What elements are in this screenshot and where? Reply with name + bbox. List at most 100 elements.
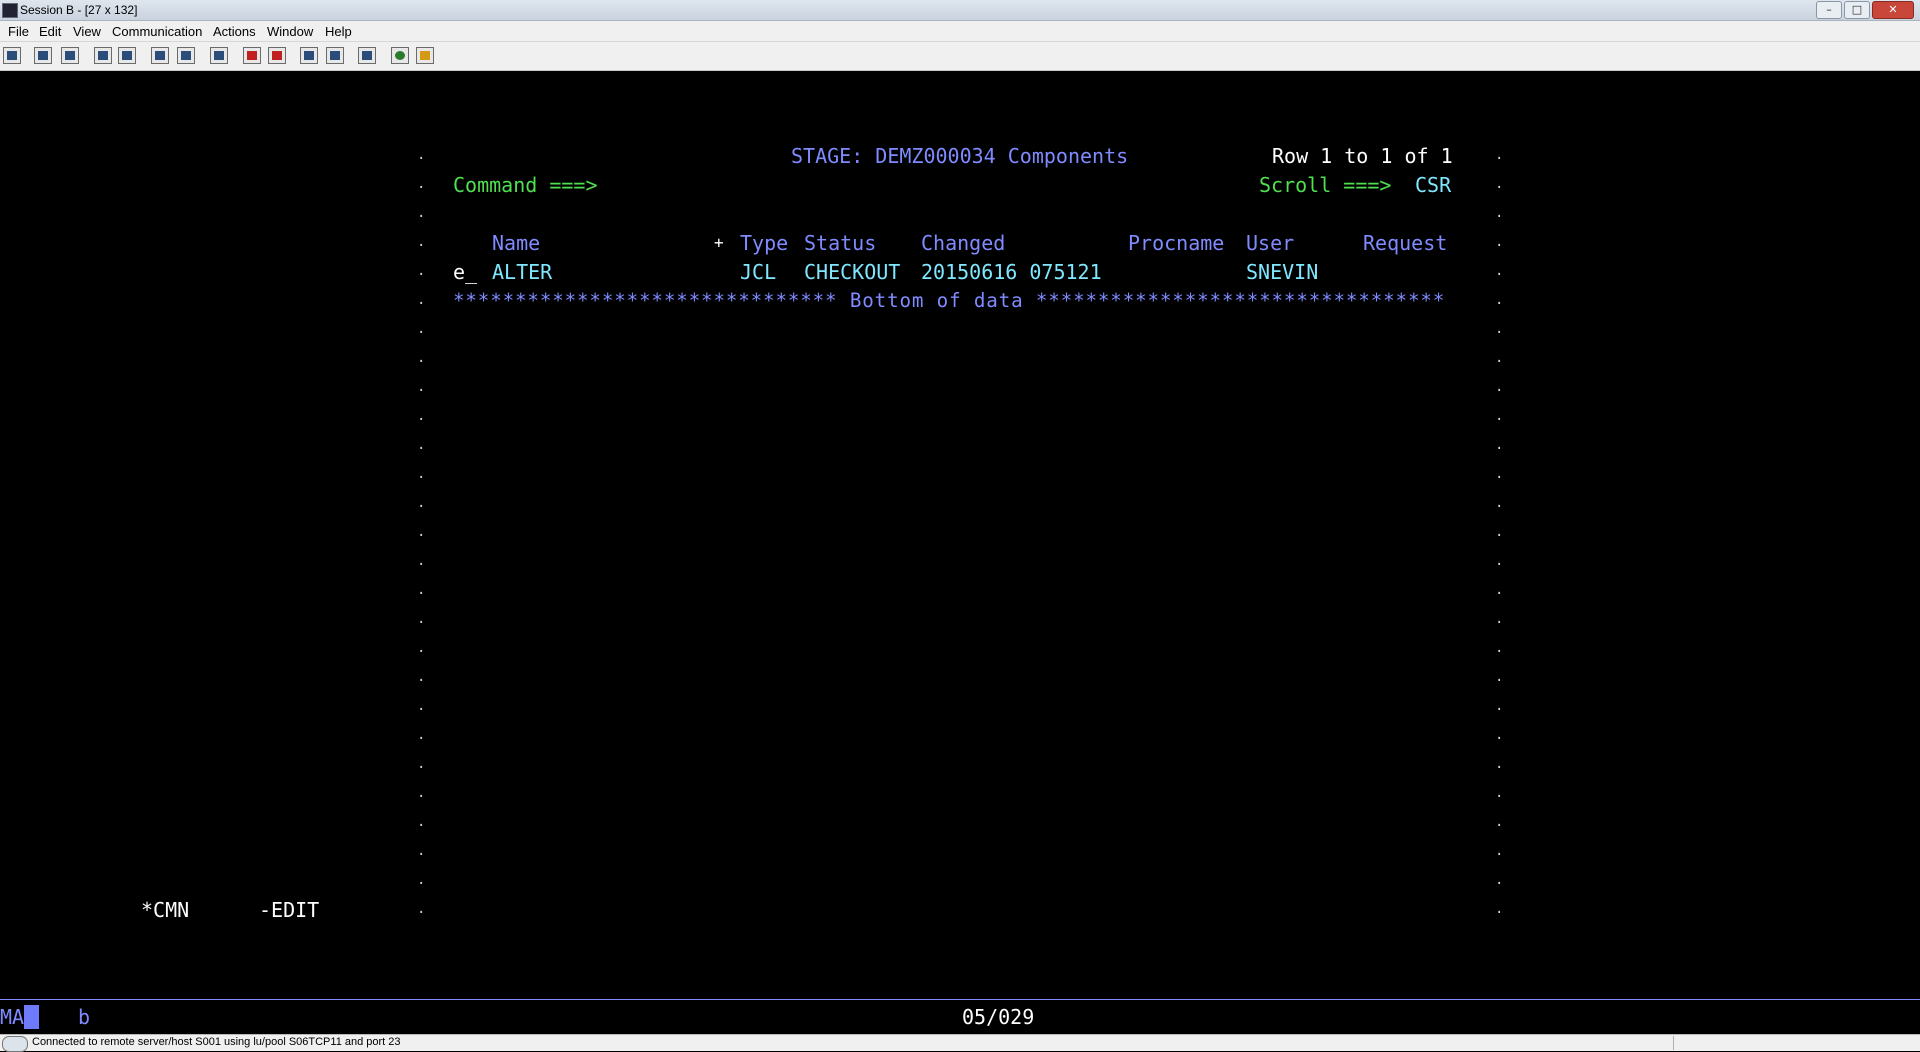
border-dot: . xyxy=(417,437,426,453)
record-macro-icon[interactable] xyxy=(243,47,261,64)
border-dot: . xyxy=(417,582,426,598)
border-dot: . xyxy=(417,756,426,772)
border-dot: . xyxy=(417,814,426,830)
border-dot: . xyxy=(417,611,426,627)
border-dot: . xyxy=(417,205,426,221)
border-dot: . xyxy=(417,669,426,685)
app-icon[interactable] xyxy=(2,3,18,18)
header-name: Name xyxy=(492,231,541,255)
border-dot: . xyxy=(417,524,426,540)
play-macro-icon[interactable] xyxy=(300,47,318,64)
border-dot: . xyxy=(1495,843,1504,859)
row-status: CHECKOUT xyxy=(804,260,901,284)
border-dot: . xyxy=(417,292,426,308)
border-dot: . xyxy=(417,640,426,656)
panel-title: STAGE: DEMZ000034 Components xyxy=(791,144,1129,168)
bottom-of-data: ******************************* Bottom o… xyxy=(453,289,1446,312)
border-dot: . xyxy=(417,176,426,192)
border-dot: . xyxy=(417,495,426,511)
command-input[interactable] xyxy=(620,173,1220,197)
receive-file-icon[interactable] xyxy=(118,47,136,64)
border-dot: . xyxy=(417,901,426,917)
border-dot: . xyxy=(1495,814,1504,830)
border-dot: . xyxy=(1495,727,1504,743)
internet-icon[interactable] xyxy=(391,47,409,64)
menu-actions[interactable]: Actions xyxy=(213,24,256,39)
menu-bar: File Edit View Communication Actions Win… xyxy=(0,21,1920,42)
footer-edit: -EDIT xyxy=(259,898,320,922)
border-dot: . xyxy=(1495,524,1504,540)
border-dot: . xyxy=(1495,582,1504,598)
border-dot: . xyxy=(1495,379,1504,395)
toolbar xyxy=(0,42,1920,71)
window-title: Session B - [27 x 132] xyxy=(20,3,138,17)
header-user: User xyxy=(1246,231,1295,255)
border-dot: . xyxy=(1495,466,1504,482)
header-procname: Procname xyxy=(1128,231,1225,255)
menu-communication[interactable]: Communication xyxy=(112,24,202,39)
operator-info-area: MA b 05/029 xyxy=(0,1000,1920,1034)
row-type: JCL xyxy=(740,260,777,284)
border-dot: . xyxy=(417,147,426,163)
menu-edit[interactable]: Edit xyxy=(39,24,61,39)
border-dot: . xyxy=(1495,176,1504,192)
display-icon[interactable] xyxy=(151,47,169,64)
menu-view[interactable]: View xyxy=(73,24,101,39)
status-divider xyxy=(1673,1036,1674,1050)
minimize-button[interactable]: – xyxy=(1816,1,1842,19)
border-dot: . xyxy=(417,350,426,366)
border-dot: . xyxy=(1495,785,1504,801)
border-dot: . xyxy=(417,408,426,424)
row-changed: 20150616 075121 xyxy=(921,260,1102,284)
border-dot: . xyxy=(1495,437,1504,453)
scroll-label: Scroll ===> xyxy=(1259,173,1392,197)
border-dot: . xyxy=(1495,234,1504,250)
terminal-screen[interactable]: ........................................… xyxy=(0,71,1920,999)
footer-cmn: *CMN xyxy=(141,898,190,922)
row-user: SNEVIN xyxy=(1246,260,1319,284)
border-dot: . xyxy=(1495,321,1504,337)
border-dot: . xyxy=(1495,640,1504,656)
maximize-button[interactable]: □ xyxy=(1844,1,1870,19)
stop-macro-icon[interactable] xyxy=(268,47,286,64)
paste-icon[interactable] xyxy=(61,47,79,64)
border-dot: . xyxy=(1495,698,1504,714)
border-dot: . xyxy=(1495,408,1504,424)
keypad-icon[interactable] xyxy=(177,47,195,64)
oia-session: b xyxy=(78,1005,91,1029)
title-bar: Session B - [27 x 132] – □ ✕ xyxy=(0,0,1920,21)
settings-icon[interactable] xyxy=(358,47,376,64)
menu-file[interactable]: File xyxy=(8,24,29,39)
oia-ready-indicator xyxy=(24,1005,39,1029)
row-info: Row 1 to 1 of 1 xyxy=(1272,144,1453,168)
border-dot: . xyxy=(417,379,426,395)
send-file-icon[interactable] xyxy=(94,47,112,64)
oia-mode-text: MA xyxy=(0,1005,25,1029)
copy-icon[interactable] xyxy=(34,47,52,64)
border-dot: . xyxy=(417,321,426,337)
menu-window[interactable]: Window xyxy=(267,24,313,39)
clear-icon[interactable] xyxy=(326,47,344,64)
macro-icon[interactable] xyxy=(210,47,228,64)
border-dot: . xyxy=(417,263,426,279)
border-dot: . xyxy=(1495,147,1504,163)
status-bar: Connected to remote server/host S001 usi… xyxy=(0,1034,1920,1052)
row-command-input[interactable]: e_ xyxy=(453,260,477,284)
close-button[interactable]: ✕ xyxy=(1872,1,1914,19)
border-dot: . xyxy=(417,872,426,888)
header-plus: + xyxy=(714,233,724,252)
print-screen-icon[interactable] xyxy=(3,47,21,64)
border-dot: . xyxy=(417,234,426,250)
border-dot: . xyxy=(1495,756,1504,772)
border-dot: . xyxy=(1495,901,1504,917)
menu-help[interactable]: Help xyxy=(325,24,352,39)
oia-mode: MA xyxy=(0,1005,40,1029)
header-changed: Changed xyxy=(921,231,1006,255)
border-dot: . xyxy=(417,553,426,569)
border-dot: . xyxy=(1495,553,1504,569)
help-icon[interactable] xyxy=(416,47,434,64)
header-request: Request xyxy=(1363,231,1448,255)
scroll-input[interactable]: CSR xyxy=(1415,173,1451,197)
status-text: Connected to remote server/host S001 usi… xyxy=(32,1036,401,1048)
border-dot: . xyxy=(417,466,426,482)
